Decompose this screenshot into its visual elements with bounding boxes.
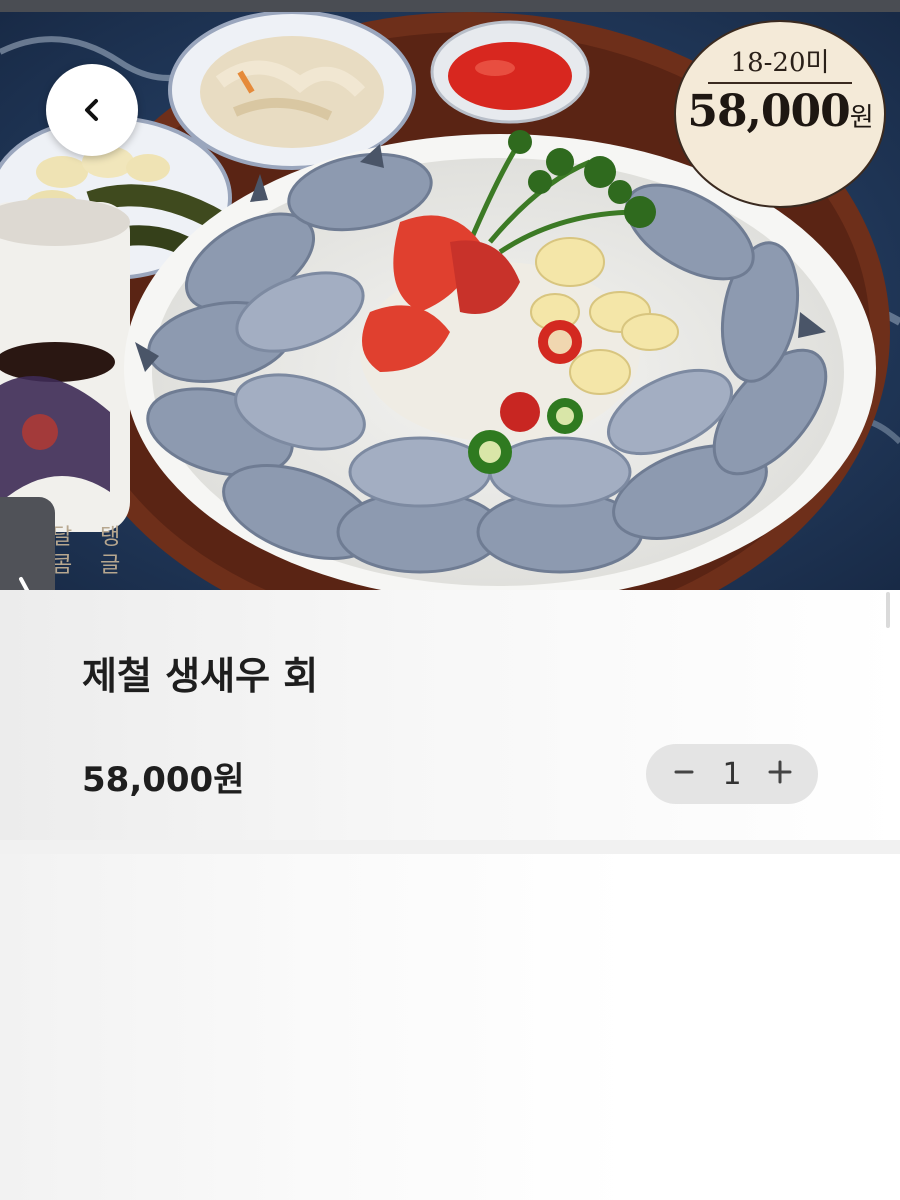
svg-text:콤: 콤	[52, 553, 72, 578]
svg-text:달: 달	[52, 525, 72, 550]
badge-quantity: 18-20미	[730, 48, 830, 78]
price-badge: 18-20미 58,000원	[674, 20, 886, 208]
svg-text:글: 글	[100, 553, 120, 578]
product-name: 제철 생새우 회	[82, 654, 319, 698]
quantity-stepper: 1	[646, 744, 818, 804]
svg-text:탱: 탱	[100, 525, 120, 550]
increase-quantity-button[interactable]	[764, 758, 796, 790]
badge-divider	[708, 82, 852, 84]
hero-image: 달 콤 탱 글 18-20미 58,000원	[0, 12, 900, 590]
back-button[interactable]	[46, 64, 138, 156]
decrease-quantity-button[interactable]	[668, 758, 700, 790]
badge-price-amount: 58,000	[687, 86, 850, 137]
badge-price: 58,000원	[676, 86, 884, 137]
minus-icon	[673, 761, 695, 787]
quantity-value: 1	[722, 756, 742, 792]
section-divider	[0, 840, 900, 854]
badge-price-currency: 원	[849, 103, 874, 133]
status-strip	[0, 0, 900, 12]
scroll-indicator[interactable]	[886, 592, 890, 628]
chevron-left-icon	[77, 95, 107, 125]
plus-icon	[767, 759, 793, 789]
content-area	[0, 854, 900, 1200]
product-price: 58,000원	[82, 760, 245, 800]
